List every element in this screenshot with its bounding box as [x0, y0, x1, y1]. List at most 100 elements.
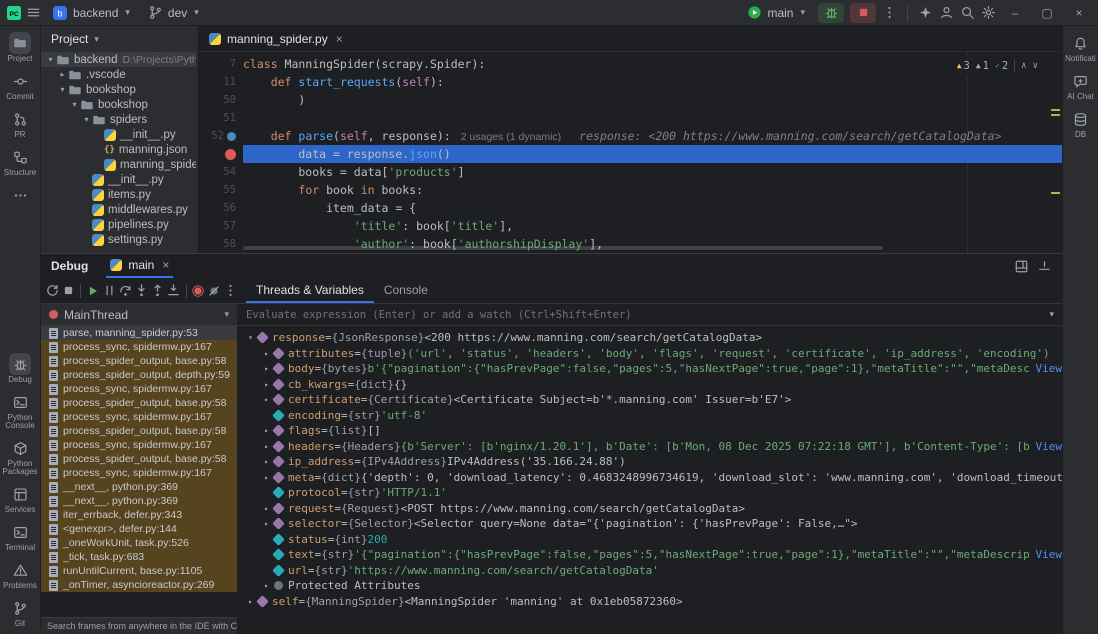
tool-button-ai-chat[interactable]: AI Chat — [1062, 68, 1098, 103]
chevron-right-icon[interactable]: ▸ — [260, 519, 273, 528]
chevron-down-icon[interactable]: ▾ — [1049, 309, 1054, 320]
variable-row[interactable]: url = {str} 'https://www.manning.com/sea… — [238, 563, 1062, 579]
weak-warning-icon[interactable]: ▲1 — [976, 57, 989, 75]
debug-button[interactable] — [818, 3, 844, 23]
view-link[interactable]: View — [1036, 548, 1063, 561]
stack-frame-row[interactable]: _oneWorkUnit, task.py:526 — [41, 536, 237, 550]
stack-frame-row[interactable]: process_sync, spidermw.py:167 — [41, 410, 237, 424]
code-line[interactable]: data = response.json() — [199, 145, 1062, 163]
chevron-down-icon[interactable]: ▾ — [81, 115, 92, 124]
tool-button-more[interactable] — [1, 182, 39, 209]
stack-frame-row[interactable]: process_spider_output, base.py:58 — [41, 424, 237, 438]
stack-frame-row[interactable]: process_sync, spidermw.py:167 — [41, 438, 237, 452]
tree-item[interactable]: ▸.vscode — [41, 67, 196, 82]
code-line[interactable]: 52 def parse(self, response):2 usages (1… — [199, 127, 1062, 145]
editor-gutter[interactable]: 11 — [199, 73, 243, 91]
search-everywhere-icon[interactable] — [960, 5, 975, 20]
step-out-button[interactable] — [150, 281, 165, 301]
chevron-right-icon[interactable]: ▸ — [260, 349, 273, 358]
evaluate-expression-input[interactable] — [246, 309, 1041, 321]
chevron-down-icon[interactable]: ▾ — [45, 55, 56, 64]
tree-item[interactable]: ▾spiders — [41, 112, 196, 127]
chevron-right-icon[interactable]: ▸ — [260, 364, 273, 373]
stop-button[interactable] — [61, 281, 76, 301]
close-button[interactable]: × — [1066, 2, 1092, 24]
chevron-right-icon[interactable]: ▸ — [260, 380, 273, 389]
project-widget[interactable]: b backend ▾ — [45, 3, 137, 23]
tree-item[interactable]: __init__.py — [41, 172, 196, 187]
variable-row[interactable]: protocol = {str} 'HTTP/1.1' — [238, 485, 1062, 501]
variable-row[interactable]: ▸selector = {Selector} <Selector query=N… — [238, 516, 1062, 532]
code-line[interactable]: 7class ManningSpider(scrapy.Spider): — [199, 55, 1062, 73]
code-line[interactable]: 58 'author': book['authorshipDisplay'], — [199, 235, 1062, 253]
pycharm-logo-icon[interactable]: PC — [6, 5, 22, 21]
close-icon[interactable]: × — [336, 32, 343, 46]
stack-frame-row[interactable]: _onTimer, asyncioreactor.py:269 — [41, 578, 237, 592]
variable-row[interactable]: ▸self = {ManningSpider} <ManningSpider '… — [238, 594, 1062, 610]
stack-frame-row[interactable]: parse, manning_spider.py:53 — [41, 326, 237, 340]
ok-icon[interactable]: ✓2 — [995, 57, 1008, 75]
chevron-right-icon[interactable]: ▸ — [57, 70, 68, 79]
stack-frame-row[interactable]: runUntilCurrent, base.py:1105 — [41, 564, 237, 578]
tool-button-structure[interactable]: Structure — [1, 144, 39, 179]
variable-row[interactable]: ▸flags = {list} [] — [238, 423, 1062, 439]
stop-button[interactable] — [850, 3, 876, 23]
chevron-down-icon[interactable]: ▾ — [57, 85, 68, 94]
code-editor[interactable]: ▲3 ▲1 ✓2 ∧ ∨ 7class ManningSpider(scrapy.Spi… — [199, 52, 1062, 253]
step-over-button[interactable] — [118, 281, 133, 301]
tree-item[interactable]: __init__.py — [41, 127, 196, 142]
usages-inlay-hint[interactable]: 2 usages (1 dynamic) — [461, 128, 561, 145]
stack-frame-row[interactable]: process_sync, spidermw.py:167 — [41, 340, 237, 354]
variable-row[interactable]: text = {str} '{"pagination":{"hasPrevPag… — [238, 547, 1062, 563]
editor-gutter[interactable]: 7 — [199, 55, 243, 73]
editor-gutter[interactable] — [199, 145, 243, 163]
step-into-button[interactable] — [134, 281, 149, 301]
tool-button-pull-requests[interactable]: PR — [1, 106, 39, 141]
stack-frame-row[interactable]: process_spider_output, depth.py:59 — [41, 368, 237, 382]
code-line[interactable]: 50 ) — [199, 91, 1062, 109]
view-link[interactable]: View — [1036, 362, 1063, 375]
variable-row[interactable]: status = {int} 200 — [238, 532, 1062, 548]
variable-row[interactable]: ▸certificate = {Certificate} <Certificat… — [238, 392, 1062, 408]
project-panel-header[interactable]: Project ▾ — [41, 26, 198, 52]
tool-button-services[interactable]: Services — [1, 481, 39, 516]
code-line[interactable]: 56 item_data = { — [199, 199, 1062, 217]
variable-row[interactable]: ▾response = {JsonResponse} <200 https://… — [238, 330, 1062, 346]
variable-row[interactable]: ▸request = {Request} <POST https://www.m… — [238, 501, 1062, 517]
more-button[interactable] — [223, 281, 238, 301]
variable-row[interactable]: ▸ip_address = {IPv4Address} IPv4Address(… — [238, 454, 1062, 470]
editor-gutter[interactable]: 50 — [199, 91, 243, 109]
ai-assistant-icon[interactable] — [918, 5, 933, 20]
tree-item[interactable]: ▾backendD:\Projects\PythonProj — [41, 52, 196, 67]
next-problem-icon[interactable]: ∨ — [1033, 57, 1038, 75]
thread-selector[interactable]: MainThread ▾ — [41, 304, 238, 325]
main-menu-icon[interactable] — [26, 5, 41, 20]
prev-problem-icon[interactable]: ∧ — [1021, 57, 1026, 75]
inspections-widget[interactable]: ▲3 ▲1 ✓2 ∧ ∨ — [951, 56, 1044, 76]
maximize-button[interactable]: ▢ — [1034, 2, 1060, 24]
pause-button[interactable] — [102, 281, 117, 301]
tree-item[interactable]: manning_spider.py — [41, 157, 196, 172]
warning-icon[interactable]: ▲3 — [957, 57, 970, 75]
variable-row[interactable]: ▸Protected Attributes — [238, 578, 1062, 594]
stack-frame-row[interactable]: __next__, python.py:369 — [41, 480, 237, 494]
tool-button-commit[interactable]: Commit — [1, 68, 39, 103]
code-line[interactable]: 11 def start_requests(self): — [199, 73, 1062, 91]
stack-frame-row[interactable]: <genexpr>, defer.py:144 — [41, 522, 237, 536]
variable-row[interactable]: ▸body = {bytes} b'{"pagination":{"hasPre… — [238, 361, 1062, 377]
rerun-button[interactable] — [45, 281, 60, 301]
tab-console[interactable]: Console — [374, 278, 438, 303]
run-configuration-widget[interactable]: main ▾ — [740, 3, 812, 22]
code-line[interactable]: 55 for book in books: — [199, 181, 1062, 199]
tool-button-database[interactable]: DB — [1062, 106, 1098, 141]
stack-frame-row[interactable]: _tick, task.py:683 — [41, 550, 237, 564]
chevron-right-icon[interactable]: ▸ — [260, 426, 273, 435]
tree-item[interactable]: settings.py — [41, 232, 196, 247]
tool-button-python-console[interactable]: Python Console — [1, 389, 39, 432]
stack-frame-row[interactable]: process_sync, spidermw.py:167 — [41, 466, 237, 480]
tree-item[interactable]: items.py — [41, 187, 196, 202]
chevron-right-icon[interactable]: ▸ — [260, 473, 273, 482]
chevron-down-icon[interactable]: ▾ — [69, 100, 80, 109]
variable-row[interactable]: ▸cb_kwargs = {dict} {} — [238, 377, 1062, 393]
tree-item[interactable]: pipelines.py — [41, 217, 196, 232]
